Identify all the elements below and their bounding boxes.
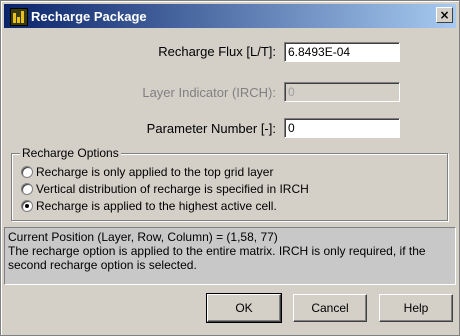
radio-button[interactable]	[21, 183, 33, 195]
app-icon	[10, 8, 28, 26]
dialog-window: Recharge Package × Recharge Flux [L/T]: …	[0, 0, 460, 336]
radio-label: Vertical distribution of recharge is spe…	[36, 182, 309, 196]
recharge-options-title: Recharge Options	[20, 146, 121, 160]
help-button[interactable]: Help	[379, 294, 453, 322]
info-description-text: The recharge option is applied to the en…	[8, 244, 426, 272]
title-bar[interactable]: Recharge Package ×	[4, 4, 456, 28]
parameter-number-label: Parameter Number [-]:	[146, 121, 276, 136]
recharge-flux-input[interactable]: 6.8493E-04	[284, 42, 400, 62]
layer-indicator-label: Layer Indicator (IRCH):	[142, 85, 276, 100]
recharge-flux-label: Recharge Flux [L/T]:	[158, 44, 276, 59]
info-panel: Current Position (Layer, Row, Column) = …	[4, 227, 456, 285]
radio-label: Recharge is applied to the highest activ…	[36, 199, 277, 213]
cancel-button[interactable]: Cancel	[293, 294, 367, 322]
window-title: Recharge Package	[31, 9, 147, 24]
current-position-text: Current Position (Layer, Row, Column) = …	[8, 230, 278, 244]
parameter-number-input[interactable]: 0	[284, 118, 400, 138]
ok-button[interactable]: OK	[206, 293, 282, 323]
layer-indicator-input: 0	[284, 82, 400, 102]
radio-button[interactable]	[21, 166, 33, 178]
radio-button-selected[interactable]	[21, 200, 33, 212]
radio-label: Recharge is only applied to the top grid…	[36, 165, 274, 179]
radio-dot	[25, 204, 29, 208]
close-button[interactable]: ×	[436, 7, 453, 23]
